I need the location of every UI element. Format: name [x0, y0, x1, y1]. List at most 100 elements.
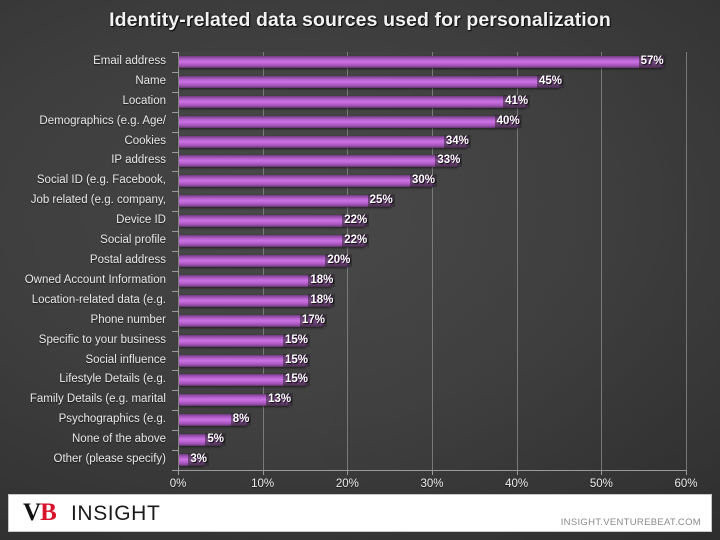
- y-axis-tick: [172, 71, 178, 73]
- bar-value-label: 18%: [308, 293, 336, 307]
- gridline: [432, 52, 433, 470]
- bar-value-label: 15%: [283, 333, 311, 347]
- x-axis-tick-label: 60%: [674, 478, 698, 490]
- category-label: Name: [135, 74, 166, 87]
- x-axis-tick-label: 10%: [251, 478, 275, 490]
- y-axis-tick: [172, 151, 178, 153]
- logo-letter-v: V: [23, 499, 41, 526]
- page-title: Identity-related data sources used for p…: [109, 9, 611, 31]
- y-axis-tick: [172, 91, 178, 93]
- bar-value-label: 18%: [308, 273, 336, 287]
- bar: [179, 75, 562, 88]
- category-label: Owned Account Information: [24, 273, 166, 286]
- y-axis-tick: [172, 450, 178, 452]
- category-label: None of the above: [72, 433, 166, 446]
- bar-value-label: 3%: [188, 453, 210, 467]
- y-axis-tick: [172, 191, 178, 193]
- category-label: Social profile: [100, 234, 166, 247]
- category-label: IP address: [111, 154, 166, 167]
- x-axis-line: [172, 470, 686, 471]
- bar-value-label: 15%: [283, 373, 311, 387]
- y-axis-tick: [172, 131, 178, 133]
- y-axis-tick: [172, 231, 178, 233]
- x-axis-tick-label: 0%: [169, 478, 187, 490]
- bar-value-label: 33%: [435, 154, 463, 168]
- bar: [179, 195, 393, 208]
- bar-value-label: 22%: [342, 234, 370, 248]
- gridline: [686, 52, 687, 470]
- y-axis-tick: [172, 52, 178, 53]
- y-axis-tick: [172, 430, 178, 432]
- bar: [179, 215, 368, 228]
- logo-insight-word: INSIGHT: [71, 502, 161, 525]
- x-axis-tick: [347, 470, 349, 475]
- y-axis-tick: [172, 390, 178, 392]
- bar-value-label: 34%: [443, 134, 471, 148]
- y-axis-tick: [172, 410, 178, 412]
- bar-value-label: 17%: [299, 313, 327, 327]
- category-label: Psychographics (e.g.: [58, 413, 166, 426]
- category-label: Social influence: [85, 353, 166, 366]
- y-axis-tick: [172, 171, 178, 173]
- footer-url: INSIGHT.VENTUREBEAT.COM: [560, 517, 701, 528]
- category-label: Email address: [93, 54, 166, 67]
- bar: [179, 55, 664, 68]
- bar: [179, 115, 520, 128]
- chart-plot-wrapper: 0% 10% 20% 30% 40% 50% 60% Email address 57% Name…: [0, 48, 720, 490]
- y-axis-tick: [172, 350, 178, 352]
- x-axis-tick: [178, 470, 179, 475]
- category-label: Demographics (e.g. Age/: [39, 114, 166, 127]
- chart-screenshot: Identity-related data sources used for p…: [0, 0, 720, 540]
- y-axis-tick: [172, 310, 178, 312]
- bar-value-label: 30%: [410, 174, 438, 188]
- y-axis-tick: [172, 330, 178, 332]
- bar-value-label: 25%: [367, 194, 395, 208]
- bar-value-label: 20%: [325, 254, 353, 267]
- category-label: Postal address: [89, 254, 166, 266]
- bar-value-label: 8%: [230, 413, 252, 427]
- x-axis-tick: [516, 470, 518, 475]
- x-axis-tick-label: 30%: [420, 478, 444, 490]
- category-label: Social ID (e.g. Facebook,: [36, 174, 166, 187]
- category-label: Phone number: [90, 313, 166, 326]
- bar-value-label: 15%: [283, 353, 311, 367]
- y-axis-tick: [172, 251, 178, 253]
- category-label: Family Details (e.g. marital: [29, 393, 166, 406]
- bar-value-label: 13%: [266, 393, 294, 407]
- category-label: Lifestyle Details (e.g.: [59, 373, 166, 386]
- footer-bar: VB INSIGHT INSIGHT.VENTUREBEAT.COM: [8, 494, 712, 532]
- bar: [179, 95, 529, 108]
- category-label: Other (please specify): [53, 453, 167, 466]
- bar-value-label: 45%: [537, 74, 565, 88]
- category-label: Location: [122, 94, 166, 107]
- x-axis-tick: [432, 470, 433, 475]
- bar-value-label: 41%: [503, 94, 531, 108]
- y-axis-tick: [172, 370, 178, 372]
- category-label: Specific to your business: [38, 333, 166, 346]
- y-axis-tick: [172, 270, 178, 272]
- x-axis-tick: [686, 470, 687, 475]
- category-label: Device ID: [116, 214, 166, 227]
- y-axis-tick: [172, 111, 178, 113]
- category-label: Job related (e.g. company,: [30, 194, 166, 207]
- x-axis-tick-label: 20%: [335, 478, 359, 490]
- venturebeat-logo: VB: [23, 499, 57, 527]
- x-axis-tick-label: 40%: [505, 478, 529, 490]
- bar: [179, 175, 435, 188]
- logo-letter-b: B: [40, 499, 57, 526]
- bar-value-label: 40%: [494, 114, 522, 128]
- x-axis-tick-label: 50%: [589, 478, 613, 490]
- bar: [179, 155, 461, 168]
- bar-value-label: 5%: [205, 433, 226, 447]
- x-axis-tick: [601, 470, 603, 475]
- gridline: [601, 52, 603, 470]
- y-axis-tick: [172, 290, 178, 292]
- bar: [179, 255, 351, 267]
- bar: [179, 135, 469, 148]
- bar-value-label: 22%: [342, 214, 370, 228]
- category-label: Cookies: [124, 134, 166, 147]
- bar-value-label: 57%: [638, 54, 666, 68]
- category-label: Location-related data (e.g.: [31, 293, 166, 306]
- x-axis-tick: [262, 470, 264, 475]
- y-axis-tick: [172, 211, 178, 213]
